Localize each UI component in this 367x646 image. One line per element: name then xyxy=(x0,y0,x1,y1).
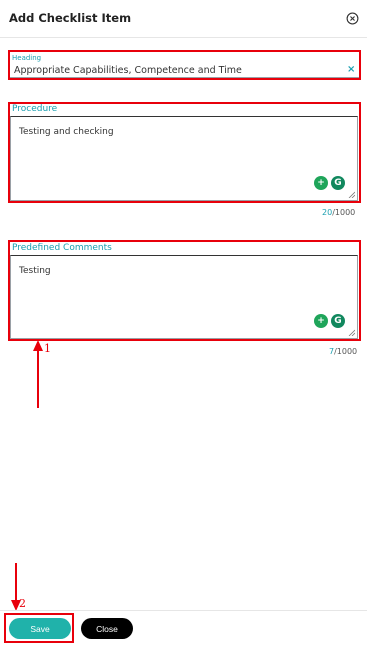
procedure-highlight xyxy=(8,102,361,203)
add-checklist-item-panel: Add Checklist Item Heading Appropriate C… xyxy=(0,0,367,646)
close-button[interactable]: Close xyxy=(81,618,133,639)
procedure-count: 20 xyxy=(322,208,333,217)
predefined-comments-highlight xyxy=(8,240,361,341)
predefined-comments-counter: 7/1000 xyxy=(329,347,357,356)
predefined-max: /1000 xyxy=(334,347,358,356)
procedure-counter: 20/1000 xyxy=(322,208,355,217)
annotation-1: 1 xyxy=(44,342,51,355)
panel-header: Add Checklist Item xyxy=(0,0,367,38)
panel-title: Add Checklist Item xyxy=(9,11,132,25)
close-circle-icon[interactable] xyxy=(346,12,359,25)
annotation-2: 2 xyxy=(19,597,26,610)
procedure-max: /1000 xyxy=(332,208,356,217)
save-highlight xyxy=(4,613,74,643)
heading-highlight xyxy=(8,50,361,80)
